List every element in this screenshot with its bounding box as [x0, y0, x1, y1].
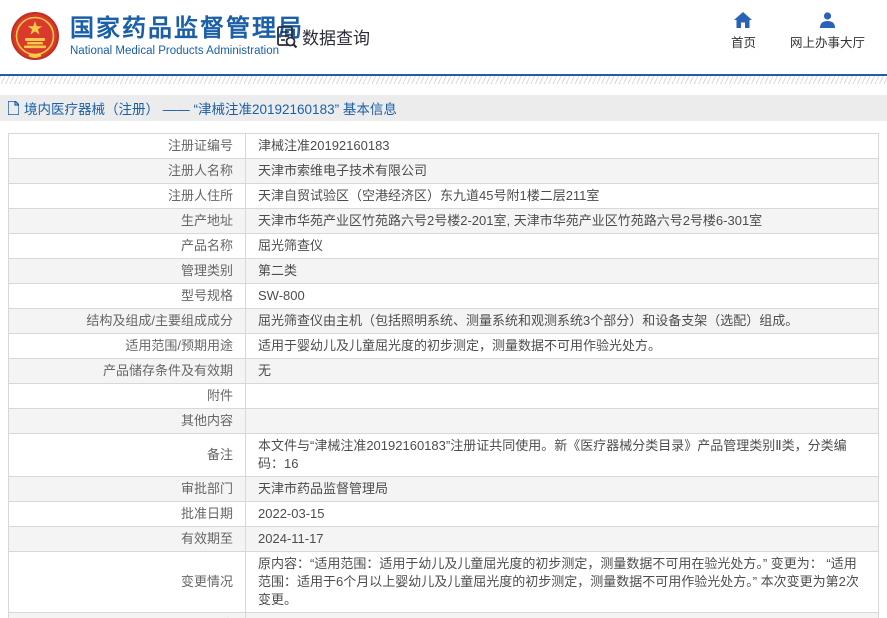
breadcrumb-text: 境内医疗器械（注册） —— “津械注准20192160183” 基本信息	[24, 98, 397, 118]
registration-info-table: 注册证编号津械注准20192160183 注册人名称天津市索维电子技术有限公司 …	[8, 133, 879, 618]
row-label: 结构及组成/主要组成成分	[9, 309, 246, 334]
row-value: 本文件与“津械注准20192160183”注册证共同使用。新《医疗器械分类目录》…	[246, 434, 879, 477]
row-label: 注册人名称	[9, 159, 246, 184]
table-row: 注册人名称天津市索维电子技术有限公司	[9, 159, 879, 184]
table-row: 变更情况原内容：“适用范围：适用于幼儿及儿童屈光度的初步测定，测量数据不可用在验…	[9, 552, 879, 613]
data-query-label: 数据查询	[302, 24, 370, 49]
info-table-body: 注册证编号津械注准20192160183 注册人名称天津市索维电子技术有限公司 …	[9, 134, 879, 618]
data-query-tab[interactable]: 数据查询	[276, 24, 370, 49]
table-row: 生产地址天津市华苑产业区竹苑路六号2号楼2-201室, 天津市华苑产业区竹苑路六…	[9, 209, 879, 234]
table-row: 注 详情	[9, 613, 879, 618]
row-value: 天津市药品监督管理局	[246, 477, 879, 502]
page: 国家药品监督管理局 National Medical Products Admi…	[0, 0, 887, 618]
table-row: 附件	[9, 384, 879, 409]
national-emblem-icon	[10, 9, 60, 63]
row-value: 天津市华苑产业区竹苑路六号2号楼2-201室, 天津市华苑产业区竹苑路六号2号楼…	[246, 209, 879, 234]
table-row: 备注本文件与“津械注准20192160183”注册证共同使用。新《医疗器械分类目…	[9, 434, 879, 477]
row-value: 天津市索维电子技术有限公司	[246, 159, 879, 184]
table-row: 结构及组成/主要组成成分屈光筛查仪由主机（包括照明系统、测量系统和观测系统3个部…	[9, 309, 879, 334]
table-row: 有效期至2024-11-17	[9, 527, 879, 552]
row-value: 屈光筛查仪由主机（包括照明系统、测量系统和观测系统3个部分）和设备支架（选配）组…	[246, 309, 879, 334]
row-value: 津械注准20192160183	[246, 134, 879, 159]
row-label: 变更情况	[9, 552, 246, 613]
row-label: 批准日期	[9, 502, 246, 527]
row-value: 天津自贸试验区（空港经济区）东九道45号附1楼二层211室	[246, 184, 879, 209]
header: 国家药品监督管理局 National Medical Products Admi…	[0, 0, 887, 74]
home-icon	[734, 12, 752, 28]
row-label: 有效期至	[9, 527, 246, 552]
row-label: 备注	[9, 434, 246, 477]
table-row: 管理类别第二类	[9, 259, 879, 284]
row-label: 管理类别	[9, 259, 246, 284]
row-label: 注	[9, 613, 246, 618]
table-row: 批准日期2022-03-15	[9, 502, 879, 527]
row-label: 产品储存条件及有效期	[9, 359, 246, 384]
row-value: 详情	[246, 613, 879, 618]
table-row: 产品名称屈光筛查仪	[9, 234, 879, 259]
table-row: 注册证编号津械注准20192160183	[9, 134, 879, 159]
row-value: 原内容：“适用范围：适用于幼儿及儿童屈光度的初步测定，测量数据不可用在验光处方。…	[246, 552, 879, 613]
agency-logo[interactable]: 国家药品监督管理局 National Medical Products Admi…	[10, 9, 304, 63]
nav-home[interactable]: 首页	[731, 12, 756, 51]
agency-subtitle: National Medical Products Administration	[70, 45, 304, 57]
breadcrumb: 境内医疗器械（注册） —— “津械注准20192160183” 基本信息	[0, 95, 887, 121]
document-search-icon	[276, 25, 298, 49]
row-value	[246, 409, 879, 434]
row-label: 附件	[9, 384, 246, 409]
table-row: 审批部门天津市药品监督管理局	[9, 477, 879, 502]
row-label: 注册证编号	[9, 134, 246, 159]
row-value: 第二类	[246, 259, 879, 284]
table-row: 型号规格SW-800	[9, 284, 879, 309]
nav-service-hall-label: 网上办事大厅	[790, 32, 865, 51]
row-value: 2022-03-15	[246, 502, 879, 527]
row-value: 无	[246, 359, 879, 384]
row-label: 产品名称	[9, 234, 246, 259]
row-value: 2024-11-17	[246, 527, 879, 552]
row-label: 适用范围/预期用途	[9, 334, 246, 359]
table-row: 注册人住所天津自贸试验区（空港经济区）东九道45号附1楼二层211室	[9, 184, 879, 209]
table-row: 其他内容	[9, 409, 879, 434]
nav-home-label: 首页	[731, 32, 756, 51]
row-label: 型号规格	[9, 284, 246, 309]
row-label: 生产地址	[9, 209, 246, 234]
agency-title: 国家药品监督管理局	[70, 15, 304, 43]
top-nav: 首页 网上办事大厅	[731, 12, 865, 51]
table-row: 适用范围/预期用途适用于婴幼儿及儿童屈光度的初步测定，测量数据不可用作验光处方。	[9, 334, 879, 359]
document-icon	[8, 101, 19, 115]
table-row: 产品储存条件及有效期无	[9, 359, 879, 384]
row-value: 屈光筛查仪	[246, 234, 879, 259]
row-label: 审批部门	[9, 477, 246, 502]
person-icon	[819, 12, 836, 28]
row-label: 注册人住所	[9, 184, 246, 209]
row-value: SW-800	[246, 284, 879, 309]
nav-service-hall[interactable]: 网上办事大厅	[790, 12, 865, 51]
row-label: 其他内容	[9, 409, 246, 434]
row-value	[246, 384, 879, 409]
hatch-stripe	[0, 76, 887, 84]
agency-text: 国家药品监督管理局 National Medical Products Admi…	[70, 15, 304, 57]
row-value: 适用于婴幼儿及儿童屈光度的初步测定，测量数据不可用作验光处方。	[246, 334, 879, 359]
